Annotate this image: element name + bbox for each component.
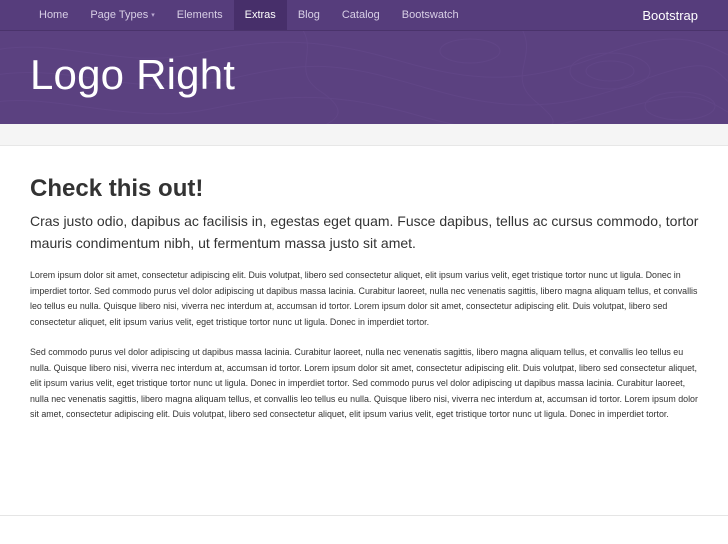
body-paragraph: Lorem ipsum dolor sit amet, consectetur … — [30, 270, 698, 327]
nav-item-label: Bootswatch — [401, 9, 459, 21]
nav-item-label: Extras — [244, 9, 276, 21]
nav-item-label: Page Types — [90, 9, 149, 21]
nav-item-blog[interactable]: Blog — [287, 0, 331, 30]
main-nav: Home Page Types ▾ Elements Extras Blog C… — [28, 0, 470, 30]
nav-item-label: Blog — [297, 9, 320, 21]
nav-item-home[interactable]: Home — [28, 0, 79, 30]
nav-item-catalog[interactable]: Catalog — [331, 0, 391, 30]
nav-item-page-types[interactable]: Page Types ▾ — [79, 0, 165, 30]
nav-item-label: Home — [39, 9, 69, 21]
brand-link[interactable]: Bootstrap — [642, 0, 698, 30]
subheader-bar — [0, 124, 728, 146]
nav-item-bootswatch[interactable]: Bootswatch — [391, 0, 470, 30]
page-title: Logo Right — [30, 51, 236, 98]
nav-item-label: Catalog — [341, 9, 380, 21]
nav-item-label: Elements — [176, 9, 223, 21]
caret-down-icon: ▾ — [151, 12, 155, 19]
top-navbar: Home Page Types ▾ Elements Extras Blog C… — [0, 0, 728, 31]
body-paragraph: Sed commodo purus vel dolor adipiscing u… — [30, 347, 698, 419]
section-heading: Check this out! — [30, 175, 204, 202]
lead-paragraph: Cras justo odio, dapibus ac facilisis in… — [30, 213, 699, 251]
masthead-banner: Logo Right — [0, 31, 728, 124]
main-content: Check this out! Cras justo odio, dapibus… — [30, 174, 700, 423]
footer-divider — [0, 515, 728, 516]
nav-item-extras[interactable]: Extras — [233, 0, 287, 30]
nav-item-elements[interactable]: Elements — [166, 0, 234, 30]
